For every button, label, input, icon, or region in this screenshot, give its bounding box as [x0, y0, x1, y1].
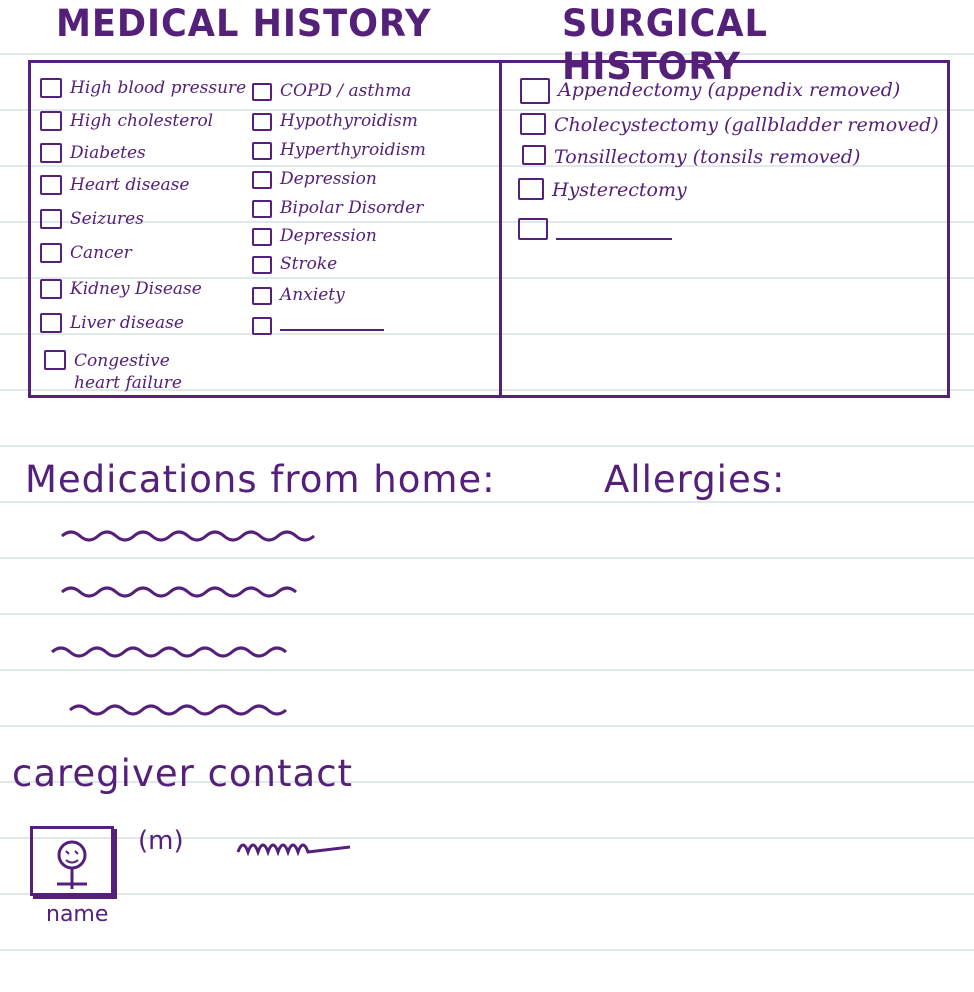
checkbox-item-hysterectomy[interactable]: Hysterectomy — [518, 178, 687, 202]
checkbox-item-cholecystectomy[interactable]: Cholecystectomy (gallbladder removed) — [520, 113, 939, 137]
checkbox-label: Kidney Disease — [70, 279, 202, 299]
checkbox[interactable] — [40, 143, 62, 163]
checkbox-label: High cholesterol — [70, 111, 214, 131]
checkbox-item-other-medical[interactable] — [252, 315, 384, 335]
checkbox-label: Liver disease — [70, 313, 184, 333]
checkbox-item-hypothyroidism[interactable]: Hypothyroidism — [252, 111, 418, 131]
blank-line[interactable] — [280, 315, 384, 331]
checkbox-item-depression[interactable]: Depression — [252, 169, 377, 189]
checkbox[interactable] — [520, 78, 550, 104]
checkbox-item-other-surgical[interactable] — [518, 218, 672, 240]
checkbox-item-stroke[interactable]: Stroke — [252, 254, 337, 274]
checkbox[interactable] — [252, 200, 272, 218]
checkbox-item-appendectomy[interactable]: Appendectomy (appendix removed) — [520, 78, 900, 104]
checkbox[interactable] — [252, 83, 272, 101]
checkbox-label: High blood pressure — [70, 78, 247, 98]
checkbox[interactable] — [252, 113, 272, 131]
checkbox-label: Diabetes — [70, 143, 146, 163]
caregiver-phone-line[interactable] — [236, 836, 350, 858]
medication-entry-line[interactable] — [50, 642, 298, 662]
checkbox[interactable] — [522, 145, 546, 165]
medical-history-heading: MEDICAL HISTORY — [56, 2, 432, 45]
person-icon — [57, 840, 87, 889]
checkbox[interactable] — [40, 111, 62, 131]
checkbox-label: Hysterectomy — [552, 179, 687, 201]
checkbox-label: Congestive heart failure — [74, 351, 182, 393]
checkbox-item-anxiety[interactable]: Anxiety — [252, 285, 345, 305]
caregiver-contact-heading: caregiver contact — [12, 752, 354, 795]
checkbox[interactable] — [40, 78, 62, 98]
allergies-heading: Allergies: — [604, 458, 786, 501]
checkbox-label: Hyperthyroidism — [280, 140, 426, 160]
medication-entry-line[interactable] — [68, 700, 290, 720]
checkbox-item-hyperthyroidism[interactable]: Hyperthyroidism — [252, 140, 426, 160]
checkbox-label: Anxiety — [280, 285, 345, 305]
checkbox[interactable] — [252, 171, 272, 189]
checkbox[interactable] — [40, 243, 62, 263]
checkbox-item-copd-asthma[interactable]: COPD / asthma — [252, 81, 411, 101]
caregiver-name-label: name — [46, 902, 109, 927]
checkbox-label: Stroke — [280, 254, 338, 274]
checkbox[interactable] — [252, 317, 272, 335]
checkbox-label: Seizures — [70, 209, 144, 229]
checkbox[interactable] — [44, 350, 66, 370]
checkbox-label: COPD / asthma — [280, 81, 412, 101]
caregiver-avatar — [30, 826, 114, 896]
checkbox[interactable] — [520, 113, 546, 135]
checkbox[interactable] — [252, 142, 272, 160]
checkbox-label: Appendectomy (appendix removed) — [558, 79, 901, 101]
medications-heading: Medications from home: — [25, 458, 496, 501]
blank-line[interactable] — [556, 224, 672, 240]
medication-entry-line[interactable] — [60, 582, 304, 602]
checkbox-label: Heart disease — [70, 175, 190, 195]
checkbox[interactable] — [252, 256, 272, 274]
checkbox-label: Tonsillectomy (tonsils removed) — [554, 146, 861, 168]
checkbox-label: Cancer — [70, 243, 132, 263]
checkbox-item-heart-disease[interactable]: Heart disease — [40, 175, 189, 195]
checkbox-item-congestive-heart-failure[interactable]: Congestive heart failure — [44, 350, 214, 394]
checkbox-item-high-cholesterol[interactable]: High cholesterol — [40, 111, 213, 131]
checkbox[interactable] — [40, 279, 62, 299]
checkbox-label: Bipolar Disorder — [280, 198, 424, 218]
checkbox[interactable] — [40, 313, 62, 333]
checkbox-item-high-blood-pressure[interactable]: High blood pressure — [40, 78, 246, 98]
checkbox-item-kidney-disease[interactable]: Kidney Disease — [40, 279, 202, 299]
checkbox-item-diabetes[interactable]: Diabetes — [40, 143, 146, 163]
checkbox-label: Hypothyroidism — [280, 111, 418, 131]
checkbox[interactable] — [252, 287, 272, 305]
checkbox-item-bipolar-disorder[interactable]: Bipolar Disorder — [252, 198, 423, 218]
checkbox[interactable] — [40, 175, 62, 195]
checkbox-label: Depression — [280, 169, 377, 189]
checkbox[interactable] — [252, 228, 272, 246]
table-divider — [499, 62, 502, 398]
checkbox-item-liver-disease[interactable]: Liver disease — [40, 313, 184, 333]
checkbox-item-seizures[interactable]: Seizures — [40, 209, 144, 229]
checkbox-label: Cholecystectomy (gallbladder removed) — [554, 114, 939, 136]
checkbox-label: Depression — [280, 226, 377, 246]
caregiver-phone-prefix: (m) — [138, 826, 184, 856]
checkbox[interactable] — [518, 218, 548, 240]
checkbox[interactable] — [518, 178, 544, 200]
checkbox-item-tonsillectomy[interactable]: Tonsillectomy (tonsils removed) — [522, 145, 860, 169]
checkbox[interactable] — [40, 209, 62, 229]
checkbox-item-depression-2[interactable]: Depression — [252, 226, 377, 246]
medication-entry-line[interactable] — [60, 526, 330, 546]
checkbox-item-cancer[interactable]: Cancer — [40, 243, 132, 263]
